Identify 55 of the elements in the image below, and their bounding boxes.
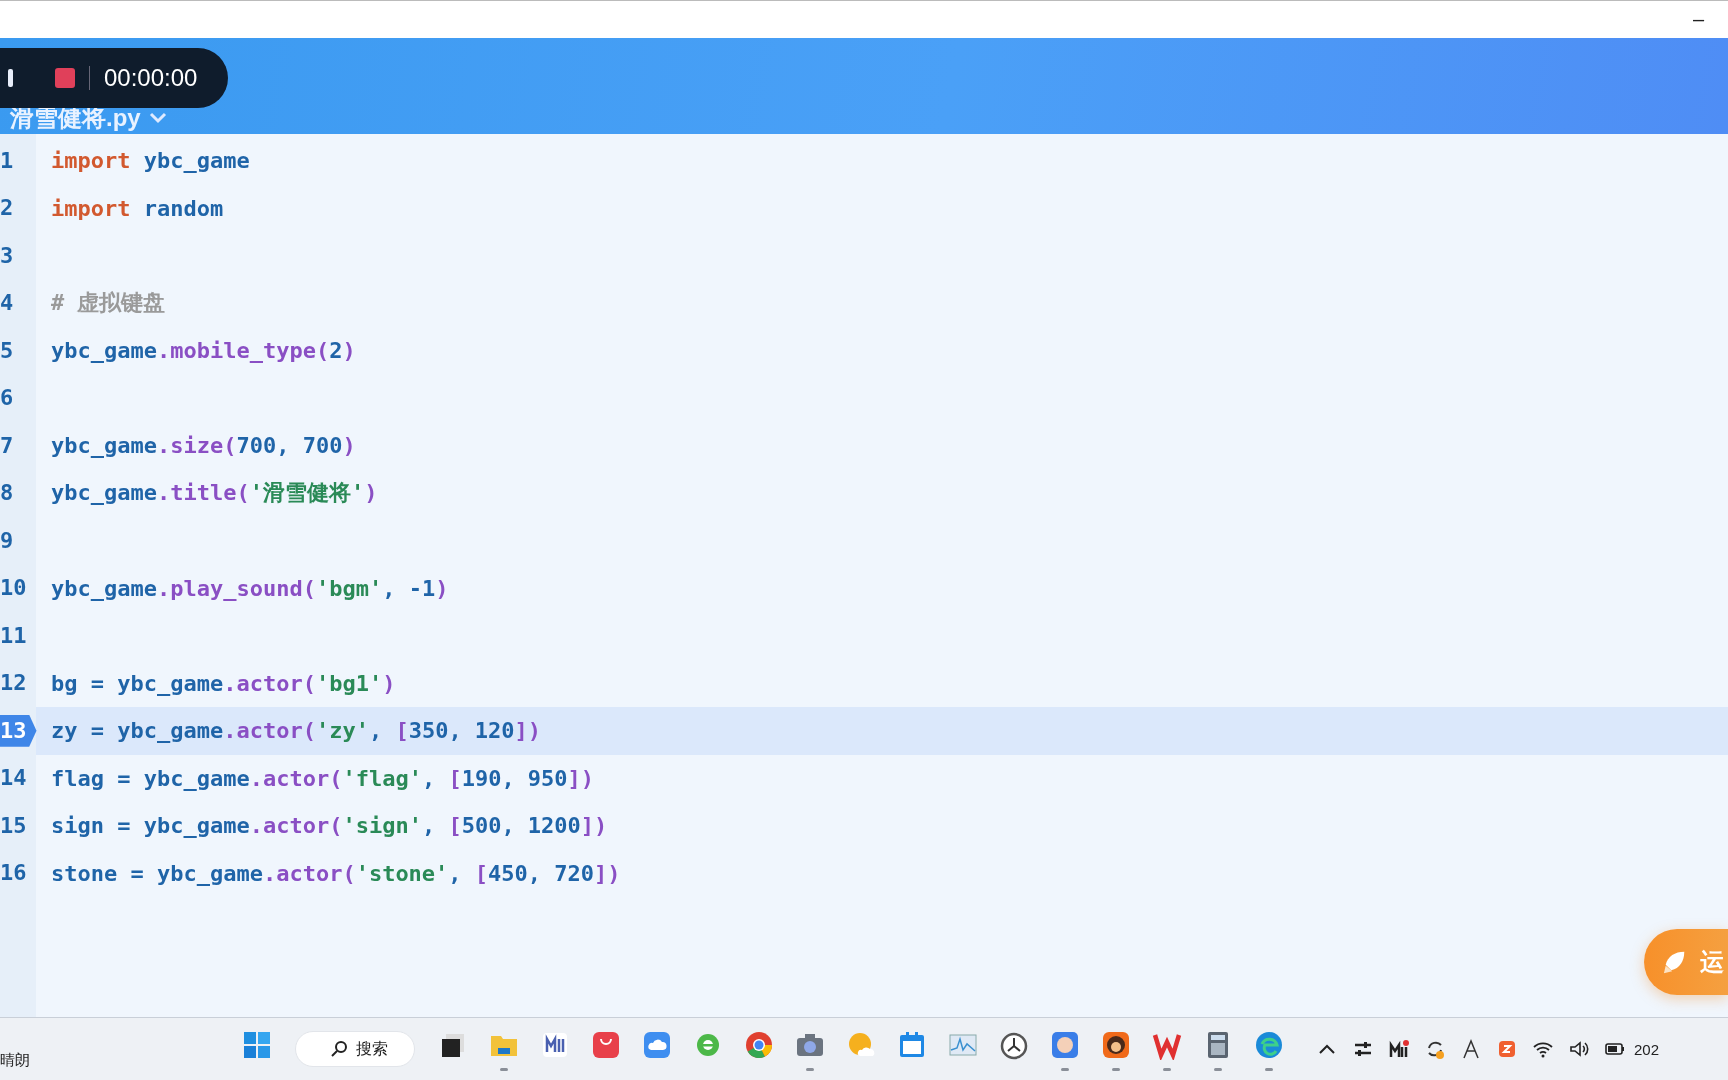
calendar-icon[interactable] [897,1030,927,1060]
code-line: import random [50,195,224,221]
running-indicator [806,1068,814,1071]
line-number: 14 [0,764,27,793]
running-indicator [500,1068,508,1071]
search-icon [330,1040,348,1058]
running-indicator [1112,1068,1120,1071]
clock-icon[interactable] [999,1030,1029,1060]
code-line: # 虚拟键盘 [50,289,166,318]
chrome-icon[interactable] [744,1030,774,1060]
minimize-button[interactable]: – [1688,8,1708,31]
input-method-icon[interactable] [1496,1038,1518,1060]
recording-timer: 00:00:00 [104,64,198,92]
font-icon[interactable] [1460,1038,1482,1060]
search-field[interactable]: 搜索 [295,1031,415,1067]
edge-icon[interactable] [1254,1030,1284,1060]
code-line: sign = ybc_game.actor('sign', [500, 1200]) [50,813,608,839]
code-line: stone = ybc_game.actor('stone', [450, 720]) [50,860,621,886]
running-indicator [1265,1068,1273,1071]
pause-icon[interactable] [8,69,13,87]
running-indicator [1214,1068,1222,1071]
line-number: 16 [0,859,27,888]
line-number: 4 [0,289,14,318]
cartoon-app-icon[interactable] [1050,1030,1080,1060]
line-number: 12 [0,669,27,698]
code-line: zy = ybc_game.actor('zy', [350, 120]) [50,718,542,744]
start-icon [242,1030,272,1060]
line-number: 11 [0,621,27,650]
line-number: 2 [0,194,14,223]
line-number: 6 [0,384,14,413]
line-number: 5 [0,336,14,365]
line-number: 7 [0,431,14,460]
chart-letter-icon[interactable] [1388,1038,1410,1060]
code-line: ybc_game.play_sound('bgm', -1) [50,575,449,601]
cloud-icon[interactable] [642,1030,672,1060]
code-line: import ybc_game [50,148,250,174]
line-number: 8 [0,479,14,508]
clock-text: 202 [1634,1040,1660,1058]
line-number: 15 [0,811,27,840]
code-line: ybc_game.title('滑雪健将') [50,479,378,508]
code-line: flag = ybc_game.actor('flag', [190, 950]) [50,765,595,791]
chevron-down-icon [148,112,167,124]
running-indicator [1061,1068,1069,1071]
monkey-app-icon[interactable] [1101,1030,1131,1060]
weather-text: 晴朗 [0,1051,31,1070]
line-number: 13 [0,714,37,747]
line-number: 1 [0,146,14,175]
line-number: 3 [0,241,14,270]
code-line: bg = ybc_game.actor('bg1') [50,670,396,696]
line-number: 9 [0,526,14,555]
line-number: 10 [0,574,27,603]
running-indicator [1163,1068,1171,1071]
code-line: ybc_game.mobile_type(2) [50,338,356,364]
shopping-bag-icon[interactable] [591,1030,621,1060]
code-line: ybc_game.size(700, 700) [50,433,356,459]
